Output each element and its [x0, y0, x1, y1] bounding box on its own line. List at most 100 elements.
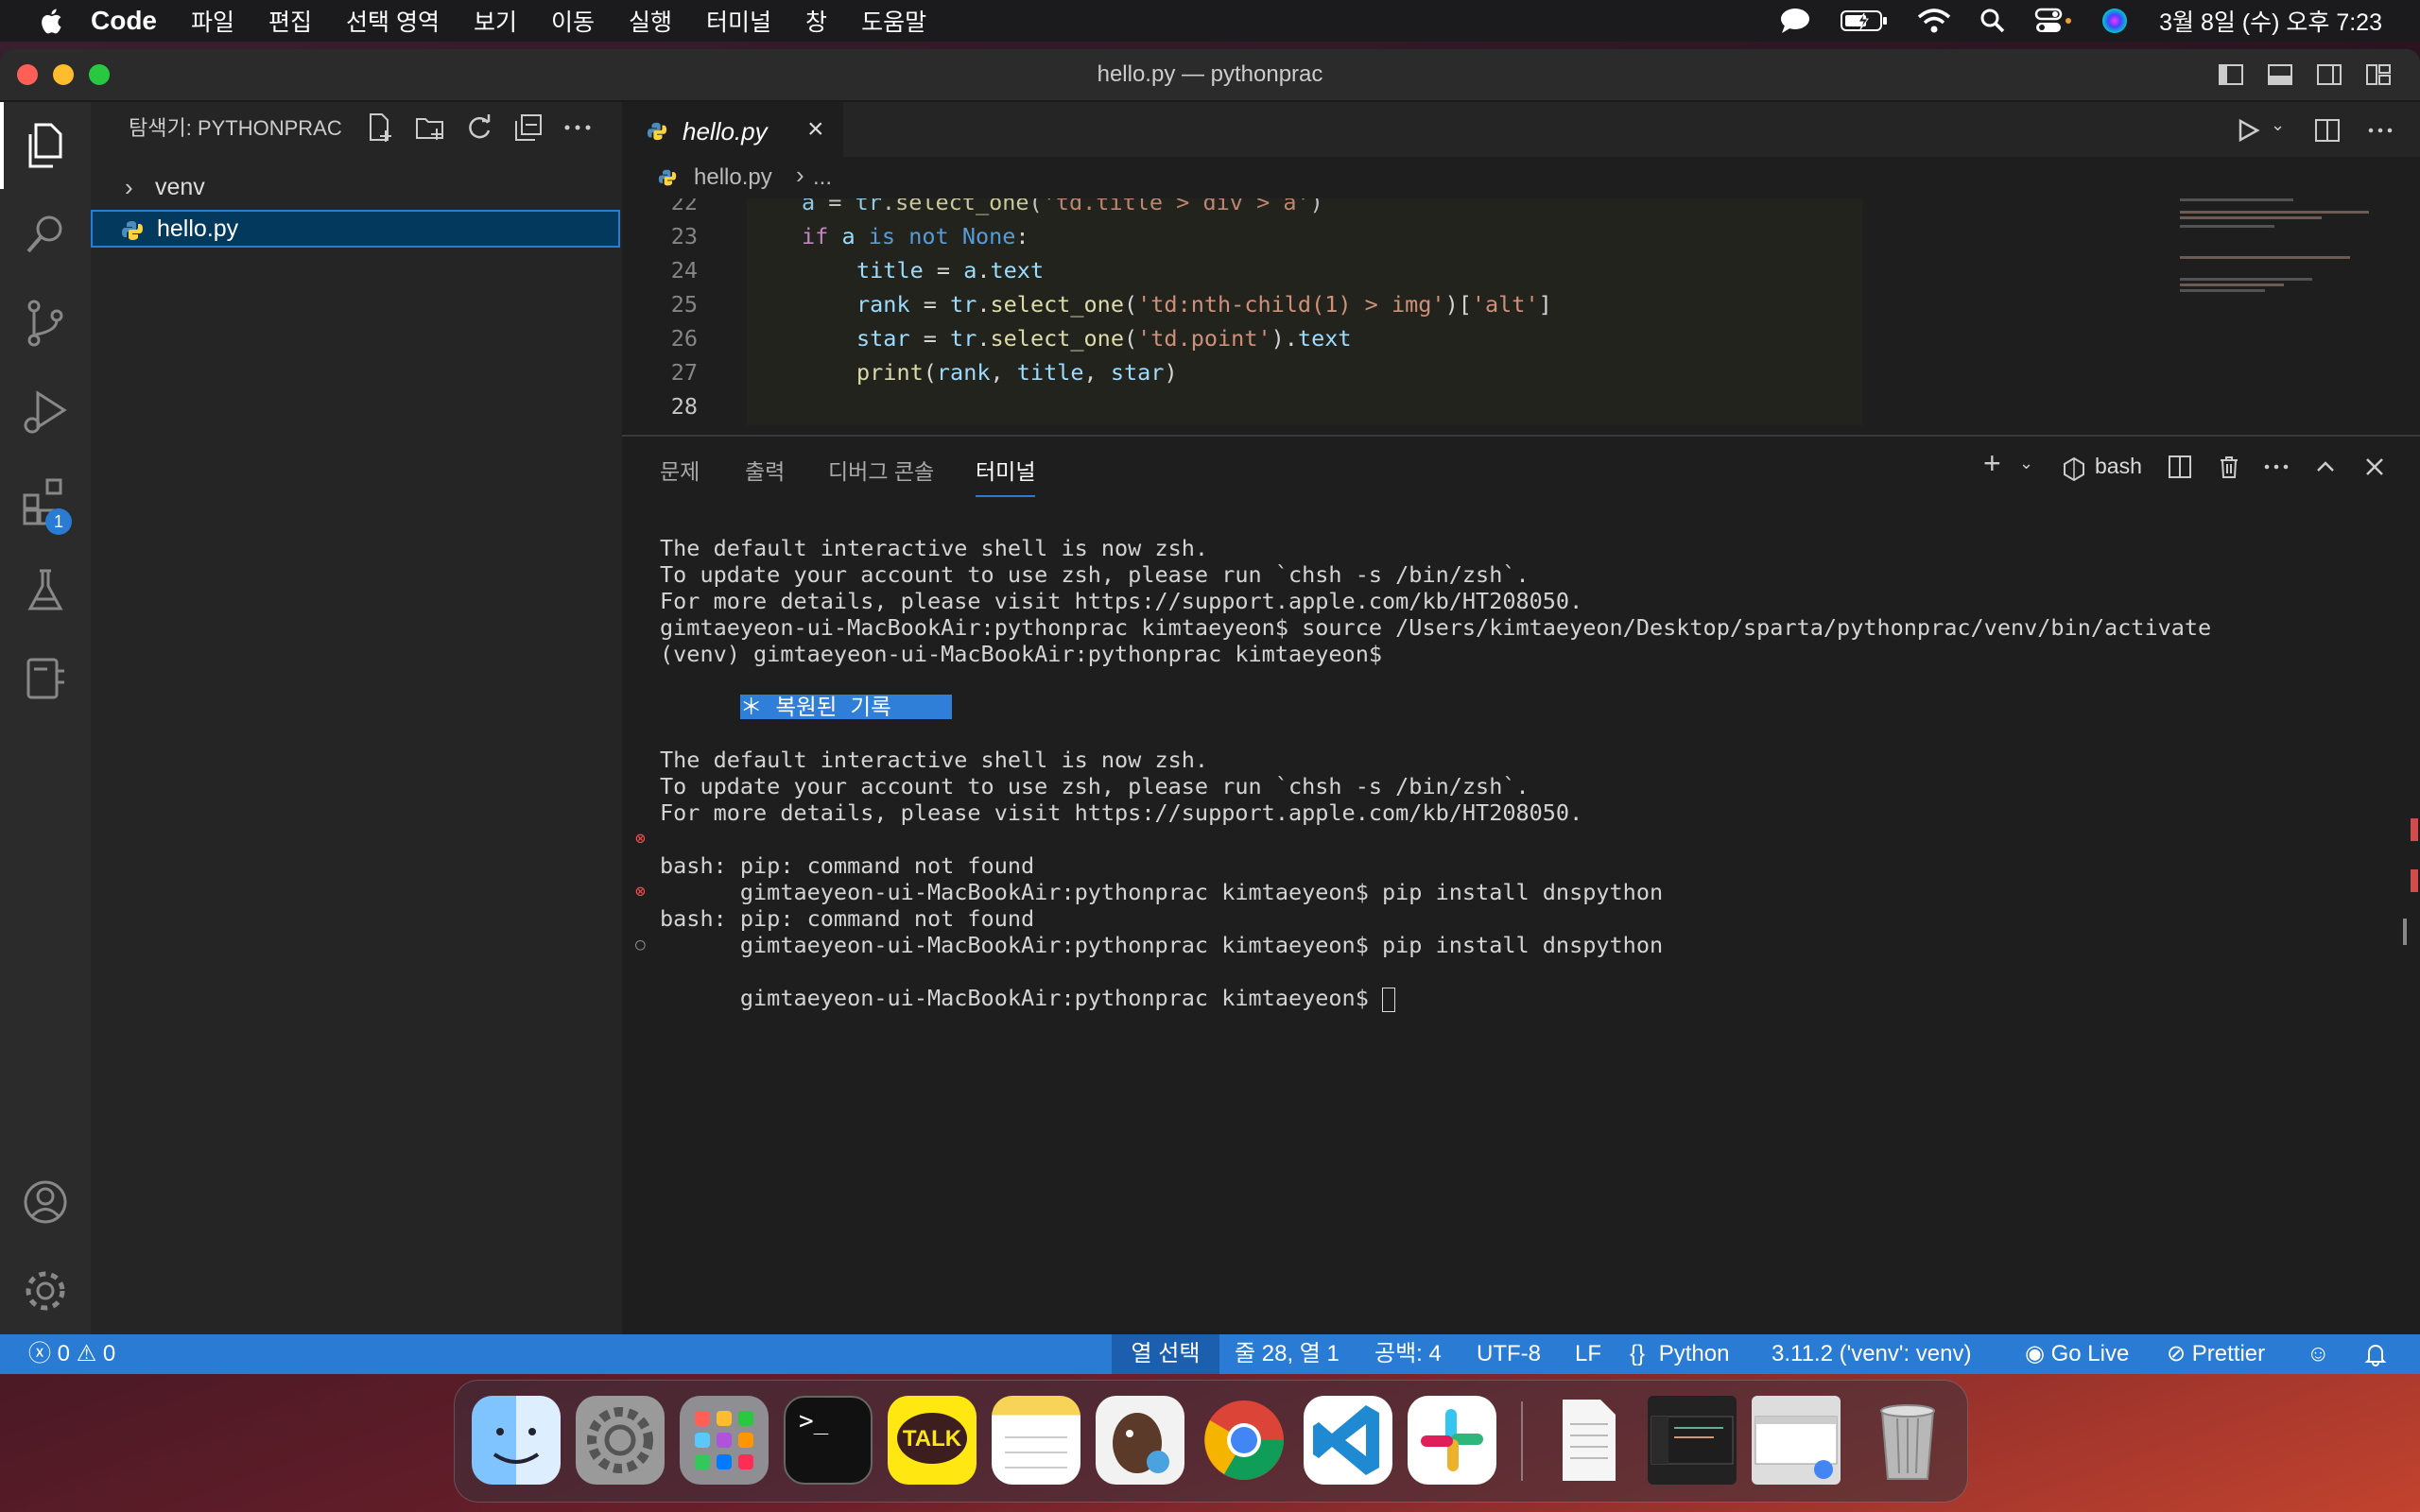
error-overview-mark — [2411, 869, 2418, 892]
toggle-secondary-sidebar-icon[interactable] — [2316, 61, 2342, 88]
terminal-line: bash: pip: command not found — [660, 852, 1035, 879]
prettier-button[interactable]: ⊘ Prettier — [2167, 1334, 2265, 1374]
battery-icon[interactable] — [1840, 9, 1889, 33]
panel-more-actions-icon[interactable] — [2263, 454, 2290, 480]
breadcrumb-file[interactable]: hello.py — [694, 164, 772, 191]
manage-gear-icon[interactable] — [19, 1264, 72, 1317]
chrome-browser-icon[interactable] — [1200, 1396, 1288, 1485]
tab-debug-console[interactable]: 디버그 콘솔 — [828, 454, 934, 486]
terminal-app-icon[interactable]: >_ — [784, 1396, 873, 1485]
spotlight-search-icon[interactable] — [1979, 8, 2006, 34]
notifications-bell-icon[interactable] — [2363, 1342, 2388, 1366]
language-mode[interactable]: {} Python — [1630, 1334, 1729, 1374]
breadcrumb-more[interactable]: ... — [813, 164, 832, 191]
source-control-icon[interactable] — [19, 297, 72, 350]
remote-explorer-icon[interactable] — [19, 652, 72, 705]
new-file-icon[interactable] — [365, 112, 397, 144]
dbeaver-beaver-icon[interactable] — [1096, 1396, 1184, 1485]
more-actions-icon[interactable] — [562, 112, 594, 144]
maximize-panel-chevron-up-icon[interactable] — [2312, 454, 2339, 480]
menubar-clock[interactable]: 3월 8일 (수) 오후 7:23 — [2159, 4, 2382, 38]
indentation[interactable]: 공백: 4 — [1374, 1334, 1442, 1374]
end-of-line[interactable]: LF — [1575, 1334, 1601, 1374]
command-error-icon[interactable]: ⊗ — [635, 879, 654, 905]
new-terminal-plus-icon[interactable]: + — [1983, 446, 2010, 480]
menu-edit[interactable]: 편집 — [268, 4, 312, 38]
apple-logo-icon[interactable] — [38, 7, 64, 35]
problems-status[interactable]: ⓧ 0 ⚠ 0 — [28, 1334, 115, 1374]
tab-terminal[interactable]: 터미널 — [976, 454, 1036, 497]
tree-item-venv[interactable]: › venv — [91, 168, 622, 206]
refresh-icon[interactable] — [463, 112, 495, 144]
minimized-window-vscode-thumbnail-icon[interactable] — [1648, 1396, 1737, 1485]
run-options-chevron-icon[interactable]: ⌄ — [2271, 115, 2285, 135]
column-selection-mode[interactable]: 열 선택 — [1112, 1334, 1219, 1374]
toggle-panel-icon[interactable] — [2267, 61, 2293, 88]
finder-icon[interactable] — [472, 1396, 561, 1485]
tab-output[interactable]: 출력 — [745, 454, 785, 486]
run-and-debug-icon[interactable] — [19, 386, 72, 438]
kill-terminal-trash-icon[interactable] — [2216, 454, 2242, 480]
code-line-26: star = tr.select_one('td.point').text — [856, 325, 1352, 352]
go-live-button[interactable]: ◉ Go Live — [2025, 1334, 2129, 1374]
menu-go[interactable]: 이동 — [551, 4, 595, 38]
terminal-output[interactable]: The default interactive shell is now zsh… — [635, 535, 2211, 1012]
minimized-window-chrome-thumbnail-icon[interactable] — [1752, 1396, 1841, 1485]
broadcast-icon: ◉ — [2025, 1341, 2045, 1366]
explorer-files-icon[interactable] — [19, 119, 72, 172]
close-tab-icon[interactable]: × — [807, 113, 824, 146]
terminal-line: For more details, please visit https://s… — [660, 799, 1583, 826]
kakaotalk-icon[interactable]: TALK — [888, 1396, 977, 1485]
notes-app-icon[interactable] — [992, 1396, 1080, 1485]
trash-icon[interactable] — [1863, 1396, 1952, 1485]
code-line-22: a = tr.select_one('td.title > div > a') — [802, 198, 1323, 215]
close-panel-icon[interactable] — [2361, 454, 2388, 480]
menu-terminal[interactable]: 터미널 — [706, 4, 771, 38]
launchpad-icon[interactable] — [680, 1396, 769, 1485]
feedback-icon[interactable]: ☺ — [2307, 1334, 2330, 1374]
new-folder-icon[interactable] — [414, 112, 446, 144]
tree-item-hello-py[interactable]: hello.py — [91, 210, 620, 248]
minimap[interactable] — [2180, 198, 2369, 418]
vscode-app-icon[interactable] — [1304, 1396, 1392, 1485]
editor-more-actions-icon[interactable] — [2367, 117, 2394, 144]
messages-icon[interactable] — [1779, 7, 1811, 35]
terminal-scrollbar[interactable] — [2403, 919, 2407, 945]
line-number: 27 — [670, 359, 698, 386]
tab-problems[interactable]: 문제 — [660, 454, 700, 486]
split-editor-icon[interactable] — [2314, 117, 2341, 144]
menu-view[interactable]: 보기 — [474, 4, 517, 38]
split-terminal-icon[interactable] — [2167, 454, 2193, 480]
terminal-launch-profile-chevron-icon[interactable]: ⌄ — [2019, 454, 2046, 480]
xlsx-document-icon[interactable] — [1544, 1396, 1633, 1485]
search-icon[interactable] — [19, 208, 72, 261]
wifi-icon[interactable] — [1917, 8, 1951, 34]
cursor-position[interactable]: 줄 28, 열 1 — [1235, 1334, 1340, 1374]
code-editor[interactable]: 22 a = tr.select_one('td.title > div > a… — [622, 198, 2420, 433]
accounts-icon[interactable] — [19, 1176, 72, 1228]
line-number: 26 — [670, 325, 698, 352]
system-settings-gear-icon[interactable] — [576, 1396, 665, 1485]
menu-selection[interactable]: 선택 영역 — [346, 4, 440, 38]
menu-help[interactable]: 도움말 — [861, 4, 926, 38]
run-python-file-icon[interactable] — [2235, 117, 2261, 144]
python-interpreter[interactable]: 3.11.2 ('venv': venv) — [1772, 1334, 1972, 1374]
code-line-27: print(rank, title, star) — [856, 359, 1178, 386]
menu-window[interactable]: 창 — [805, 4, 827, 38]
file-encoding[interactable]: UTF-8 — [1477, 1334, 1541, 1374]
collapse-all-icon[interactable] — [512, 112, 544, 144]
customize-layout-icon[interactable] — [2365, 61, 2392, 88]
command-error-icon[interactable]: ⊗ — [635, 826, 654, 852]
testing-flask-icon[interactable] — [19, 563, 72, 616]
menu-run[interactable]: 실행 — [629, 4, 672, 38]
tab-hello-py[interactable]: hello.py × — [622, 102, 843, 159]
toggle-primary-sidebar-icon[interactable] — [2218, 61, 2244, 88]
command-idle-icon[interactable]: ○ — [635, 932, 654, 958]
menu-app-name[interactable]: Code — [91, 6, 157, 36]
slack-icon[interactable] — [1408, 1396, 1496, 1485]
control-center-icon[interactable] — [2034, 8, 2072, 34]
menu-file[interactable]: 파일 — [191, 4, 234, 38]
siri-icon[interactable] — [2100, 7, 2129, 35]
terminal-shell-name[interactable]: bash — [2095, 454, 2142, 479]
